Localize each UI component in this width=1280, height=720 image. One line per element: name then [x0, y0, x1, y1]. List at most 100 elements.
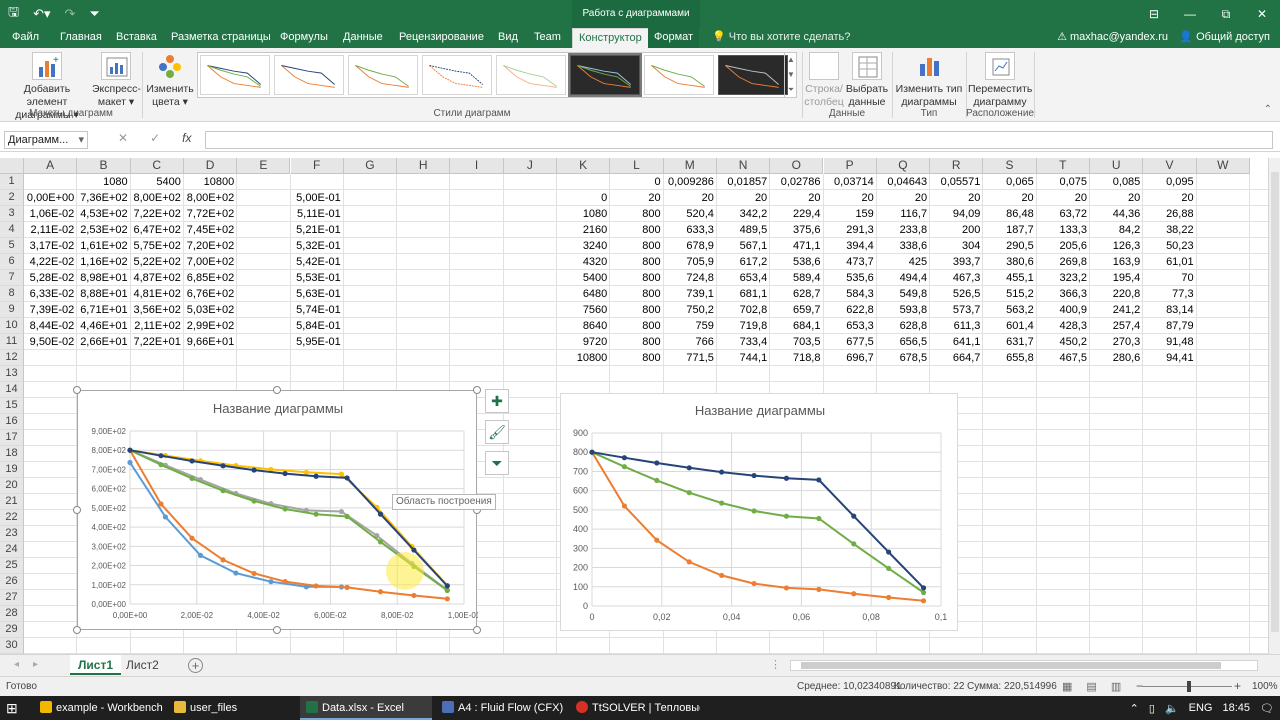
cell[interactable]: 8,98E+01 — [77, 270, 130, 286]
minimize-button[interactable]: — — [1172, 0, 1208, 28]
row-header-25[interactable]: 25 — [0, 558, 24, 574]
customize-icon[interactable]: ⏷ — [89, 6, 99, 22]
quick-layout-button[interactable]: Экспресс- макет ▾ — [92, 52, 141, 109]
tab-file[interactable]: Файл — [6, 28, 45, 48]
cell[interactable]: 659,7 — [770, 302, 823, 318]
chart-2[interactable]: Название диаграммы 0 100 200 300 400 500 600 700… — [560, 393, 958, 631]
cell[interactable]: 800 — [610, 254, 663, 270]
cell[interactable]: 86,48 — [983, 206, 1036, 222]
column-header-t[interactable]: T — [1036, 158, 1090, 174]
redo-icon[interactable]: ↷ — [65, 6, 76, 22]
chart-style-8[interactable] — [718, 55, 788, 95]
cell[interactable]: 4,53E+02 — [77, 206, 130, 222]
network-icon[interactable]: ▯ — [1149, 702, 1155, 715]
cell[interactable]: 187,7 — [983, 222, 1036, 238]
cell[interactable]: 83,14 — [1143, 302, 1196, 318]
user-account[interactable]: ⚠ maxhac@yandex.ru — [1057, 28, 1168, 47]
row-header-11[interactable]: 11 — [0, 334, 24, 350]
cell[interactable]: 617,2 — [717, 254, 770, 270]
page-break-view-icon[interactable]: ▥ — [1111, 680, 1121, 693]
cell[interactable]: 291,3 — [824, 222, 877, 238]
cell[interactable]: 63,72 — [1037, 206, 1090, 222]
taskbar-item-chrome[interactable]: TtSOLVER | Тепловые... — [570, 696, 700, 720]
collapse-ribbon-icon[interactable]: ⌃ — [1264, 104, 1272, 115]
cell[interactable]: 7,22E+01 — [131, 334, 184, 350]
cell[interactable]: 759 — [664, 318, 717, 334]
cell[interactable]: 744,1 — [717, 350, 770, 366]
sheet-tab-1[interactable]: Лист1 — [70, 655, 122, 675]
cell[interactable]: 338,6 — [877, 238, 930, 254]
cell[interactable]: 4,22E-02 — [24, 254, 77, 270]
cell[interactable]: 681,1 — [717, 286, 770, 302]
cell[interactable]: 7,45E+02 — [184, 222, 237, 238]
cell[interactable]: 4,81E+02 — [131, 286, 184, 302]
cell[interactable]: 375,6 — [770, 222, 823, 238]
cell[interactable]: 1,16E+02 — [77, 254, 130, 270]
cell[interactable]: 20 — [717, 190, 770, 206]
cell[interactable]: 5,03E+02 — [184, 302, 237, 318]
taskbar-item-cfx[interactable]: A4 : Fluid Flow (CFX) -... — [436, 696, 566, 720]
cell[interactable]: 601,4 — [983, 318, 1036, 334]
cell[interactable]: 44,36 — [1090, 206, 1143, 222]
row-header-18[interactable]: 18 — [0, 446, 24, 462]
column-header-w[interactable]: W — [1196, 158, 1250, 174]
cell[interactable]: 269,8 — [1037, 254, 1090, 270]
cell[interactable]: 628,8 — [877, 318, 930, 334]
cell[interactable]: 750,2 — [664, 302, 717, 318]
cell[interactable]: 0,03714 — [824, 174, 877, 190]
zoom-in-button[interactable]: + — [1234, 679, 1241, 693]
cell[interactable]: 450,2 — [1037, 334, 1090, 350]
column-header-g[interactable]: G — [343, 158, 398, 174]
cell[interactable]: 20 — [1090, 190, 1143, 206]
column-header-p[interactable]: P — [823, 158, 877, 174]
row-header-8[interactable]: 8 — [0, 286, 24, 302]
row-header-24[interactable]: 24 — [0, 542, 24, 558]
horizontal-scroll-thumb[interactable] — [801, 662, 1221, 669]
cell[interactable]: 719,8 — [717, 318, 770, 334]
resize-handle[interactable] — [73, 386, 81, 394]
cell[interactable]: 7,72E+02 — [184, 206, 237, 222]
cell[interactable]: 10800 — [184, 174, 237, 190]
cell[interactable]: 0 — [557, 190, 610, 206]
row-header-29[interactable]: 29 — [0, 622, 24, 638]
row-header-26[interactable]: 26 — [0, 574, 24, 590]
cell[interactable]: 380,6 — [983, 254, 1036, 270]
cell[interactable]: 7,20E+02 — [184, 238, 237, 254]
row-header-19[interactable]: 19 — [0, 462, 24, 478]
row-header-10[interactable]: 10 — [0, 318, 24, 334]
row-header-16[interactable]: 16 — [0, 414, 24, 430]
cell[interactable]: 653,3 — [824, 318, 877, 334]
row-header-14[interactable]: 14 — [0, 382, 24, 398]
cell[interactable]: 205,6 — [1037, 238, 1090, 254]
cell[interactable]: 20 — [983, 190, 1036, 206]
cell[interactable]: 677,5 — [824, 334, 877, 350]
cell[interactable]: 7,22E+02 — [131, 206, 184, 222]
cell[interactable]: 280,6 — [1090, 350, 1143, 366]
normal-view-icon[interactable]: ▦ — [1062, 680, 1072, 693]
cancel-icon[interactable]: ✕ — [118, 131, 128, 145]
cell[interactable]: 631,7 — [983, 334, 1036, 350]
row-header-15[interactable]: 15 — [0, 398, 24, 414]
cell[interactable]: 6,85E+02 — [184, 270, 237, 286]
cell[interactable]: 800 — [610, 222, 663, 238]
cell[interactable]: 7,39E-02 — [24, 302, 77, 318]
cell[interactable]: 696,7 — [824, 350, 877, 366]
cell[interactable]: 366,3 — [1037, 286, 1090, 302]
column-header-c[interactable]: C — [130, 158, 184, 174]
tell-me-search[interactable]: 💡 Что вы хотите сделать? — [712, 28, 850, 47]
cell[interactable]: 5,00E-01 — [291, 190, 344, 206]
cell[interactable]: 0,04643 — [877, 174, 930, 190]
ribbon-display-options-button[interactable]: ⊟ — [1136, 0, 1172, 28]
row-header-20[interactable]: 20 — [0, 478, 24, 494]
cell[interactable]: 257,4 — [1090, 318, 1143, 334]
select-data-button[interactable]: Выбрать данные — [845, 52, 889, 109]
cell[interactable]: 428,3 — [1037, 318, 1090, 334]
cell[interactable]: 467,5 — [1037, 350, 1090, 366]
chart-style-4[interactable] — [422, 55, 492, 95]
cell[interactable]: 5,75E+02 — [131, 238, 184, 254]
cell[interactable]: 0,02786 — [770, 174, 823, 190]
row-header-27[interactable]: 27 — [0, 590, 24, 606]
column-header-h[interactable]: H — [397, 158, 451, 174]
undo-icon[interactable]: ↶▾ — [33, 6, 50, 22]
zoom-percent[interactable]: 100% — [1252, 681, 1278, 692]
